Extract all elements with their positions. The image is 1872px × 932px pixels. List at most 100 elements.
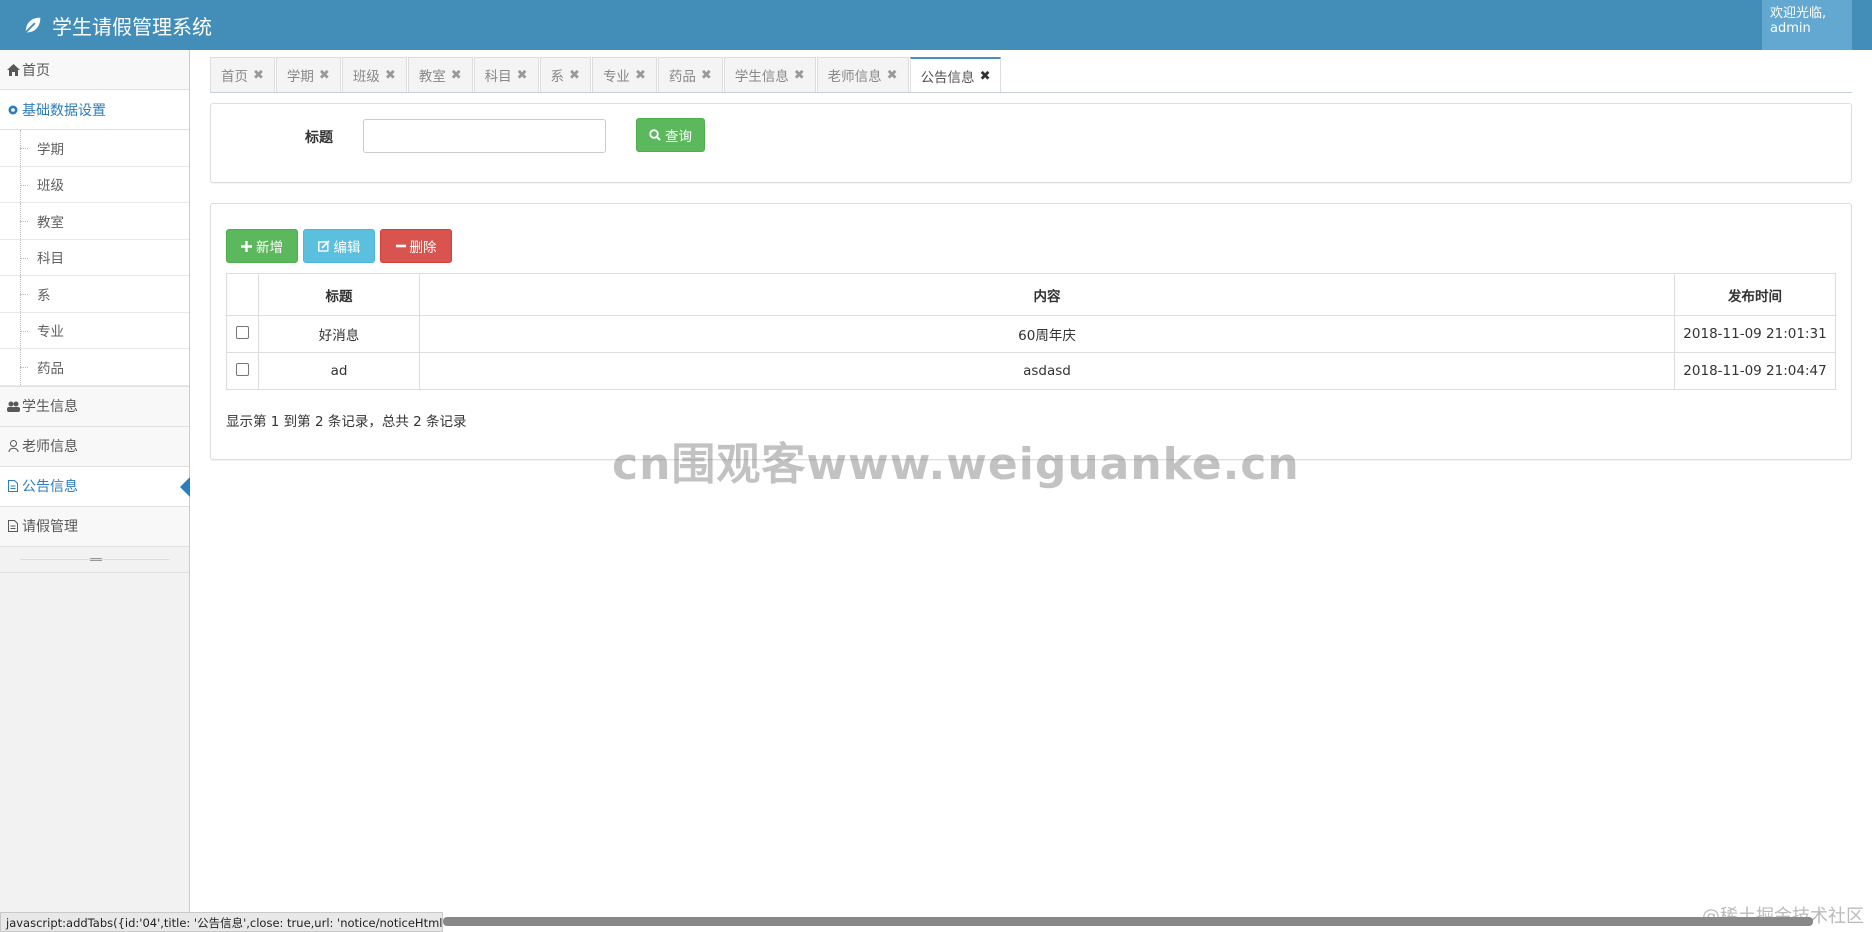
close-icon[interactable]: ✖ — [980, 69, 991, 84]
close-icon[interactable]: ✖ — [451, 68, 462, 83]
sidebar-item-label: 公告信息 — [22, 479, 78, 495]
tab-label: 学生信息 — [734, 69, 789, 85]
tab-label: 班级 — [352, 69, 380, 85]
sidebar-subitem-classroom[interactable]: 教室 — [0, 203, 189, 240]
column-header-time[interactable]: 发布时间 — [1674, 273, 1836, 316]
user-menu[interactable]: 欢迎光临, admin — [1762, 0, 1852, 50]
close-icon[interactable]: ✖ — [253, 68, 264, 83]
close-icon[interactable]: ✖ — [319, 68, 330, 83]
column-header-title[interactable]: 标题 — [258, 273, 420, 316]
tab-subject[interactable]: 科目 ✖ — [473, 57, 539, 92]
sidebar-item-label: 首页 — [22, 62, 50, 79]
watermark: cn围观客www.weiguanke.cn — [612, 439, 1300, 490]
close-icon[interactable]: ✖ — [701, 68, 712, 83]
tab-class[interactable]: 班级 ✖ — [341, 57, 407, 92]
sidebar-item-label: 基础数据设置 — [22, 102, 106, 119]
sidebar-subitem-term[interactable]: 学期 — [0, 130, 189, 167]
sidebar-subitem-subject[interactable]: 科目 — [0, 239, 189, 276]
edit-icon — [317, 240, 330, 252]
search-title-input[interactable] — [363, 119, 606, 153]
cell-time: 2018-11-09 21:04:47 — [1674, 352, 1836, 390]
tab-home[interactable]: 首页 ✖ — [210, 57, 275, 92]
sidebar-subitem-department[interactable]: 系 — [0, 276, 189, 313]
tab-department[interactable]: 系 ✖ — [539, 57, 591, 92]
notice-table-panel: 新增 编辑 删除 标题 内容 发布时间 好消息 60周年庆 2018-11-09 — [210, 203, 1852, 460]
sidebar-item-home[interactable]: 首页 — [0, 50, 189, 90]
add-button[interactable]: 新增 — [226, 229, 298, 263]
top-header: 学生请假管理系统 欢迎光临, admin — [0, 0, 1872, 50]
pagination-info: 显示第 1 到第 2 条记录，总共 2 条记录 — [226, 414, 467, 430]
tab-label: 首页 — [221, 69, 248, 85]
sidebar-item-label: 学生信息 — [22, 399, 78, 415]
collapse-handle-icon — [89, 557, 102, 561]
sidebar-subitem-class[interactable]: 班级 — [0, 166, 189, 203]
sidebar-collapse-toggle[interactable] — [0, 547, 189, 573]
sidebar-item-leave-management[interactable]: 请假管理 — [0, 506, 189, 547]
tab-divider — [210, 92, 1852, 93]
delete-button[interactable]: 删除 — [380, 229, 452, 263]
delete-button-label: 删除 — [409, 240, 437, 256]
search-icon — [649, 129, 661, 141]
tab-label: 药品 — [668, 69, 696, 85]
select-all-header — [226, 273, 259, 316]
sidebar-item-student-info[interactable]: 学生信息 — [0, 386, 189, 427]
tab-label: 系 — [550, 69, 565, 85]
minus-icon — [395, 244, 406, 248]
sidebar-item-teacher-info[interactable]: 老师信息 — [0, 426, 189, 467]
horizontal-scrollbar[interactable] — [443, 917, 1813, 926]
sidebar-item-basic-settings[interactable]: 基础数据设置 — [0, 90, 189, 130]
tab-label: 老师信息 — [827, 69, 882, 85]
gear-icon — [6, 103, 20, 117]
table-header-row: 标题 内容 发布时间 — [226, 273, 1836, 316]
search-button-label: 查询 — [665, 129, 692, 145]
add-button-label: 新增 — [256, 240, 283, 256]
tab-teacher-info[interactable]: 老师信息 ✖ — [816, 57, 909, 92]
table-row[interactable]: 好消息 60周年庆 2018-11-09 21:01:31 — [226, 315, 1836, 353]
tab-classroom[interactable]: 教室 ✖ — [407, 57, 473, 92]
close-icon[interactable]: ✖ — [887, 68, 898, 83]
tab-medicine[interactable]: 药品 ✖ — [657, 57, 723, 92]
close-icon[interactable]: ✖ — [794, 68, 805, 83]
file-icon — [6, 479, 20, 493]
home-icon — [6, 63, 20, 77]
close-icon[interactable]: ✖ — [635, 68, 646, 83]
sidebar-subitem-major[interactable]: 专业 — [0, 312, 189, 349]
edit-button[interactable]: 编辑 — [303, 229, 375, 263]
file-icon — [6, 519, 20, 533]
tab-label: 学期 — [286, 69, 314, 85]
close-icon[interactable]: ✖ — [385, 68, 396, 83]
tab-term[interactable]: 学期 ✖ — [275, 57, 341, 92]
brand[interactable]: 学生请假管理系统 — [22, 0, 212, 50]
collapse-line — [19, 557, 170, 561]
row-checkbox[interactable] — [236, 325, 249, 339]
app-title: 学生请假管理系统 — [52, 14, 212, 39]
column-header-content[interactable]: 内容 — [419, 273, 1675, 316]
username: admin — [1770, 21, 1811, 36]
row-checkbox-cell — [226, 352, 259, 390]
basic-submenu: 学期 班级 教室 科目 系 专业 药品 — [0, 130, 189, 387]
tab-student-info[interactable]: 学生信息 ✖ — [723, 57, 816, 92]
cell-content: asdasd — [419, 352, 1675, 390]
row-checkbox[interactable] — [236, 362, 249, 376]
sidebar: 首页 基础数据设置 学期 班级 教室 科目 系 专业 药品 学生信息 老师信息 … — [0, 50, 190, 932]
tab-label: 公告信息 — [920, 70, 975, 86]
sidebar-subitem-medicine[interactable]: 药品 — [0, 349, 189, 386]
cell-title: 好消息 — [258, 315, 420, 353]
notice-table: 标题 内容 发布时间 好消息 60周年庆 2018-11-09 21:01:31… — [226, 273, 1836, 390]
close-icon[interactable]: ✖ — [517, 68, 528, 83]
sidebar-item-label: 请假管理 — [22, 519, 78, 535]
tab-bar: 首页 ✖ 学期 ✖ 班级 ✖ 教室 ✖ 科目 ✖ 系 ✖ 专业 ✖ 药品 ✖ 学生信息 ✖ 老师信… — [210, 57, 1002, 93]
tab-notice-info[interactable]: 公告信息 ✖ — [909, 57, 1002, 93]
plus-icon — [241, 240, 252, 252]
search-button[interactable]: 查询 — [636, 118, 705, 152]
cell-time: 2018-11-09 21:01:31 — [1674, 315, 1836, 353]
sidebar-item-notice-info[interactable]: 公告信息 — [0, 466, 190, 507]
close-icon[interactable]: ✖ — [569, 68, 580, 83]
table-row[interactable]: ad asdasd 2018-11-09 21:04:47 — [226, 352, 1836, 390]
edit-button-label: 编辑 — [333, 240, 361, 256]
search-panel: 标题 查询 — [210, 103, 1852, 183]
tab-major[interactable]: 专业 ✖ — [591, 57, 657, 92]
search-title-label: 标题 — [305, 130, 333, 146]
cell-title: ad — [258, 352, 420, 390]
row-checkbox-cell — [226, 315, 259, 353]
